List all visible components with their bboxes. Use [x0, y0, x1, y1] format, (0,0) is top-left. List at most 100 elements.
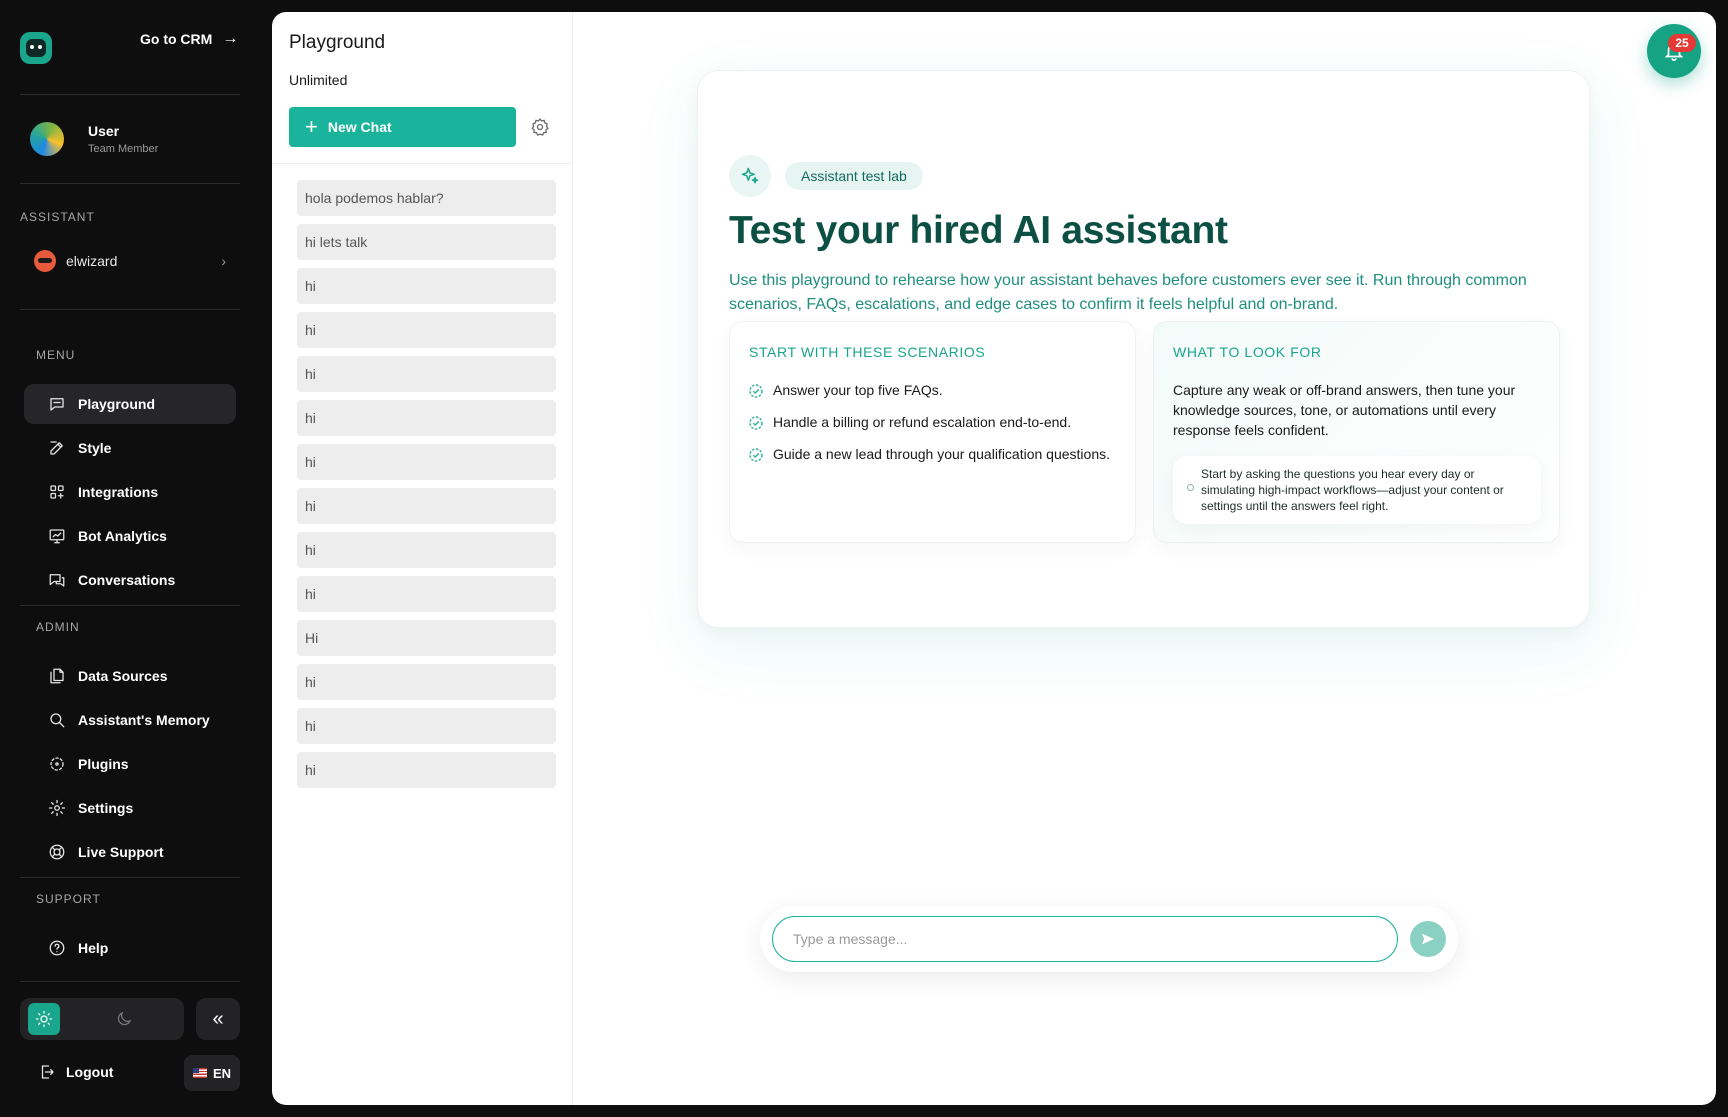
user-role: Team Member: [88, 143, 159, 155]
admin-section-label: ADMIN: [36, 620, 80, 634]
files-icon: [50, 668, 64, 684]
notifications-button[interactable]: 25: [1647, 24, 1701, 78]
chat-history-item[interactable]: hi: [297, 488, 556, 524]
divider: [20, 94, 240, 95]
nav-item-settings[interactable]: Settings: [24, 788, 236, 828]
language-selector[interactable]: EN: [184, 1055, 240, 1091]
chat-settings-button[interactable]: [530, 117, 550, 137]
chat-history-item[interactable]: hi: [297, 576, 556, 612]
look-description: Capture any weak or off-brand answers, t…: [1173, 382, 1516, 438]
new-chat-button[interactable]: + New Chat: [289, 107, 516, 147]
check-circle-icon: [749, 447, 763, 462]
chat-history-item[interactable]: hi: [297, 268, 556, 304]
chat-history-item[interactable]: hi: [297, 532, 556, 568]
chat-history-item[interactable]: hi: [297, 356, 556, 392]
nav-item-integrations[interactable]: Integrations: [24, 472, 236, 512]
go-to-crm-label: Go to CRM: [140, 31, 213, 47]
edit-icon: [50, 441, 63, 455]
check-circle-icon: [749, 415, 763, 430]
scenarios-title: START WITH THESE SCENARIOS: [749, 344, 986, 360]
double-chevron-left-icon: «: [212, 1007, 224, 1030]
list-item: Handle a billing or refund escalation en…: [749, 412, 1119, 432]
send-button[interactable]: [1410, 921, 1446, 957]
chat-history-item[interactable]: hi: [297, 664, 556, 700]
nav-item-playground[interactable]: Playground: [24, 384, 236, 424]
nav-item-live-support[interactable]: Live Support: [24, 832, 236, 872]
chat-history-item[interactable]: hi: [297, 400, 556, 436]
nav-item-label: Assistant's Memory: [78, 712, 210, 728]
nav-item-label: Bot Analytics: [78, 528, 167, 544]
logout-label: Logout: [66, 1064, 114, 1080]
analytics-icon: [49, 529, 65, 544]
plan-label: Unlimited: [289, 72, 348, 88]
nav-item-plugins[interactable]: Plugins: [24, 744, 236, 784]
nav-item-bot-analytics[interactable]: Bot Analytics: [24, 516, 236, 556]
nav-item-conversations[interactable]: Conversations: [24, 560, 236, 600]
list-item: Guide a new lead through your qualificat…: [749, 444, 1119, 464]
light-mode-button[interactable]: [28, 1003, 60, 1035]
nav-item-label: Help: [78, 940, 109, 956]
scenario-text: Handle a billing or refund escalation en…: [773, 414, 1072, 430]
dark-mode-button[interactable]: [108, 1003, 140, 1035]
message-composer: [760, 906, 1458, 972]
divider: [20, 877, 240, 878]
gear-icon: [48, 799, 66, 817]
logout-icon: [41, 1065, 54, 1079]
nav-item-style[interactable]: Style: [24, 428, 236, 468]
scenario-text: Guide a new lead through your qualificat…: [773, 446, 1110, 462]
notification-count-badge: 25: [1668, 34, 1696, 52]
what-to-look-for-card: WHAT TO LOOK FOR Capture any weak or off…: [1153, 321, 1560, 543]
nav-item-assistants-memory[interactable]: Assistant's Memory: [24, 700, 236, 740]
sun-icon: [35, 1010, 53, 1028]
chat-history-item[interactable]: hi: [297, 708, 556, 744]
app-logo-icon[interactable]: [20, 32, 52, 64]
support-section-label: SUPPORT: [36, 892, 101, 906]
chat-history-item[interactable]: hi: [297, 752, 556, 788]
intro-card: Assistant test lab Test your hired AI as…: [697, 70, 1590, 628]
help-icon: [49, 940, 65, 956]
collapse-sidebar-button[interactable]: «: [196, 998, 240, 1040]
message-input[interactable]: [772, 916, 1398, 962]
assistant-section-label: ASSISTANT: [20, 210, 95, 224]
send-icon: [1422, 933, 1434, 945]
chat-history-item[interactable]: hi: [297, 444, 556, 480]
theme-toggle: [20, 998, 184, 1040]
menu-section-label: MENU: [36, 348, 76, 362]
sparkles-icon: [729, 155, 771, 197]
go-to-crm-link[interactable]: Go to CRM →: [140, 30, 238, 48]
nav-item-label: Style: [78, 440, 112, 456]
nav-item-help[interactable]: Help: [24, 928, 236, 968]
intro-description: Use this playground to rehearse how your…: [729, 272, 1527, 313]
chat-history-item[interactable]: hola podemos hablar?: [297, 180, 556, 216]
look-title: WHAT TO LOOK FOR: [1173, 344, 1322, 360]
assistant-selector[interactable]: elwizard ›: [34, 250, 226, 272]
list-item: Answer your top five FAQs.: [749, 380, 1119, 400]
divider: [272, 163, 573, 164]
main-panel: Playground Unlimited + New Chat hola pod…: [272, 12, 1716, 1105]
chat-history-list: hola podemos hablar? hi lets talk hi hi hi hi…: [297, 180, 556, 796]
chat-history-item[interactable]: hi lets talk: [297, 224, 556, 260]
logout-button[interactable]: Logout: [38, 1063, 113, 1081]
check-circle-icon: [749, 383, 763, 398]
divider: [20, 309, 240, 310]
assistant-name: elwizard: [66, 253, 118, 269]
intro-headline: Test your hired AI assistant: [729, 209, 1228, 252]
chat-history-item[interactable]: Hi: [297, 620, 556, 656]
integrations-icon: [50, 485, 64, 499]
plugins-icon: [50, 757, 64, 771]
nav-item-label: Integrations: [78, 484, 159, 500]
lifebuoy-icon: [49, 844, 65, 860]
language-label: EN: [212, 1065, 232, 1081]
new-chat-label: New Chat: [327, 119, 392, 135]
avatar: [30, 122, 64, 156]
nav-item-data-sources[interactable]: Data Sources: [24, 656, 236, 696]
nav-item-label: Plugins: [78, 756, 129, 772]
nav-item-label: Conversations: [78, 572, 176, 588]
plus-icon: +: [305, 114, 318, 139]
search-icon: [50, 713, 65, 728]
scenarios-card: START WITH THESE SCENARIOS Answer your t…: [729, 321, 1136, 543]
chat-history-item[interactable]: hi: [297, 312, 556, 348]
sidebar: Go to CRM → User Team Member ASSISTANT e…: [0, 0, 260, 1117]
divider: [20, 183, 240, 184]
user-profile[interactable]: User Team Member: [30, 122, 158, 156]
